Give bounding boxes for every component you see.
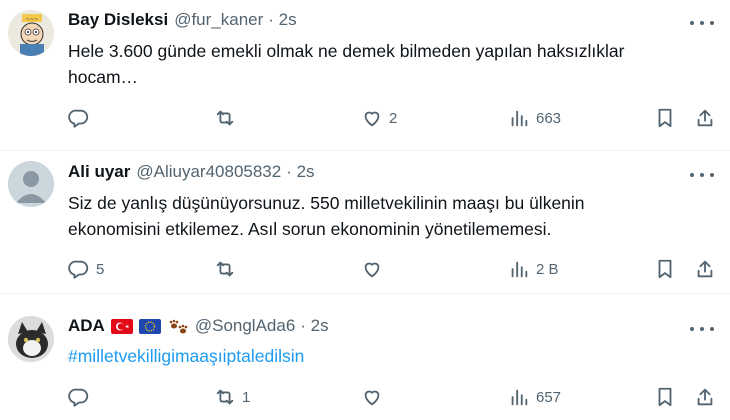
views-icon [511, 389, 528, 406]
author-handle[interactable]: @SonglAda6 [195, 316, 295, 336]
avatar[interactable] [8, 316, 54, 362]
cartoon-avatar-image: ~~~ [8, 10, 54, 56]
tweet-text: Hele 3.600 günde emekli olmak ne demek b… [68, 41, 625, 87]
svg-text:~~~: ~~~ [26, 17, 39, 23]
heart-icon [364, 111, 380, 127]
author-name[interactable]: Bay Disleksi [68, 10, 168, 30]
share-button[interactable] [694, 107, 716, 129]
retweet-icon [216, 389, 234, 405]
reply-button[interactable] [68, 107, 96, 129]
tweet-text: Siz de yanlış düşünüyorsunuz. 550 millet… [68, 193, 585, 239]
avatar[interactable] [8, 161, 54, 207]
default-avatar-image [8, 161, 54, 207]
view-count: 663 [536, 109, 562, 127]
more-icon[interactable] [690, 165, 714, 185]
tweet-header: Ali uyar @Aliuyar40805832 · 2s [68, 162, 315, 182]
views-button[interactable]: 2 B [508, 258, 559, 280]
retweet-icon [216, 261, 234, 277]
like-count: 2 [389, 109, 398, 127]
retweet-button[interactable]: 1 [214, 386, 250, 408]
share-icon [697, 109, 713, 127]
tweet-1[interactable]: ~~~ Bay Disleksi @fur_kaner · 2s Hele 3.… [0, 0, 730, 150]
author-handle[interactable]: @fur_kaner [174, 10, 263, 30]
bookmark-icon [658, 108, 672, 128]
reply-icon [68, 109, 89, 128]
views-button[interactable]: 657 [508, 386, 561, 408]
view-count: 657 [536, 388, 562, 406]
like-button[interactable]: 2 [361, 107, 397, 129]
more-icon[interactable] [690, 319, 714, 339]
bookmark-button[interactable] [654, 258, 676, 280]
share-button[interactable] [694, 386, 716, 408]
bookmark-button[interactable] [654, 107, 676, 129]
author-handle[interactable]: @Aliuyar40805832 [136, 162, 281, 182]
share-icon [697, 388, 713, 406]
like-button[interactable] [361, 386, 389, 408]
views-button[interactable]: 663 [508, 107, 561, 129]
retweet-button[interactable] [214, 107, 242, 129]
views-icon [511, 261, 528, 278]
cat-avatar-image [8, 316, 54, 362]
timestamp[interactable]: · 2s [300, 316, 328, 336]
heart-icon [364, 390, 380, 406]
retweet-button[interactable] [214, 258, 242, 280]
tweet-actions: 1 657 [0, 386, 730, 410]
bookmark-icon [658, 387, 672, 407]
bookmark-button[interactable] [654, 386, 676, 408]
more-icon[interactable] [690, 13, 714, 33]
reply-count: 5 [96, 260, 105, 278]
author-name[interactable]: ADA [68, 316, 105, 336]
share-icon [697, 260, 713, 278]
tweet-header: ADA @SonglAda6 · 2s [68, 316, 329, 336]
eu-flag-icon [138, 318, 161, 334]
retweet-count: 1 [242, 388, 251, 406]
view-count: 2 B [536, 260, 559, 278]
bookmark-icon [658, 259, 672, 279]
reply-button[interactable]: 5 [68, 258, 104, 280]
views-icon [511, 110, 528, 127]
timestamp[interactable]: · 2s [286, 162, 314, 182]
timestamp[interactable]: · 2s [268, 10, 296, 30]
turkey-flag-icon [110, 318, 133, 334]
hashtag-link[interactable]: #milletvekilligimaaşıiptaledilsin [68, 343, 668, 369]
tweet-3[interactable]: ADA @SonglAda6 · 2s #milletvekilligimaaş… [0, 294, 730, 420]
reply-button[interactable] [68, 386, 96, 408]
share-button[interactable] [694, 258, 716, 280]
tweet-actions: 5 2 B [0, 258, 730, 282]
reply-icon [68, 260, 89, 279]
like-button[interactable] [361, 258, 389, 280]
author-name[interactable]: Ali uyar [68, 162, 130, 182]
retweet-icon [216, 110, 234, 126]
tweet-2[interactable]: Ali uyar @Aliuyar40805832 · 2s Siz de ya… [0, 151, 730, 293]
avatar[interactable]: ~~~ [8, 10, 54, 56]
tweet-actions: 2 663 [0, 107, 730, 131]
heart-icon [364, 262, 380, 278]
paw-prints-icon [167, 317, 189, 335]
tweet-header: Bay Disleksi @fur_kaner · 2s [68, 10, 297, 30]
reply-icon [68, 388, 89, 407]
